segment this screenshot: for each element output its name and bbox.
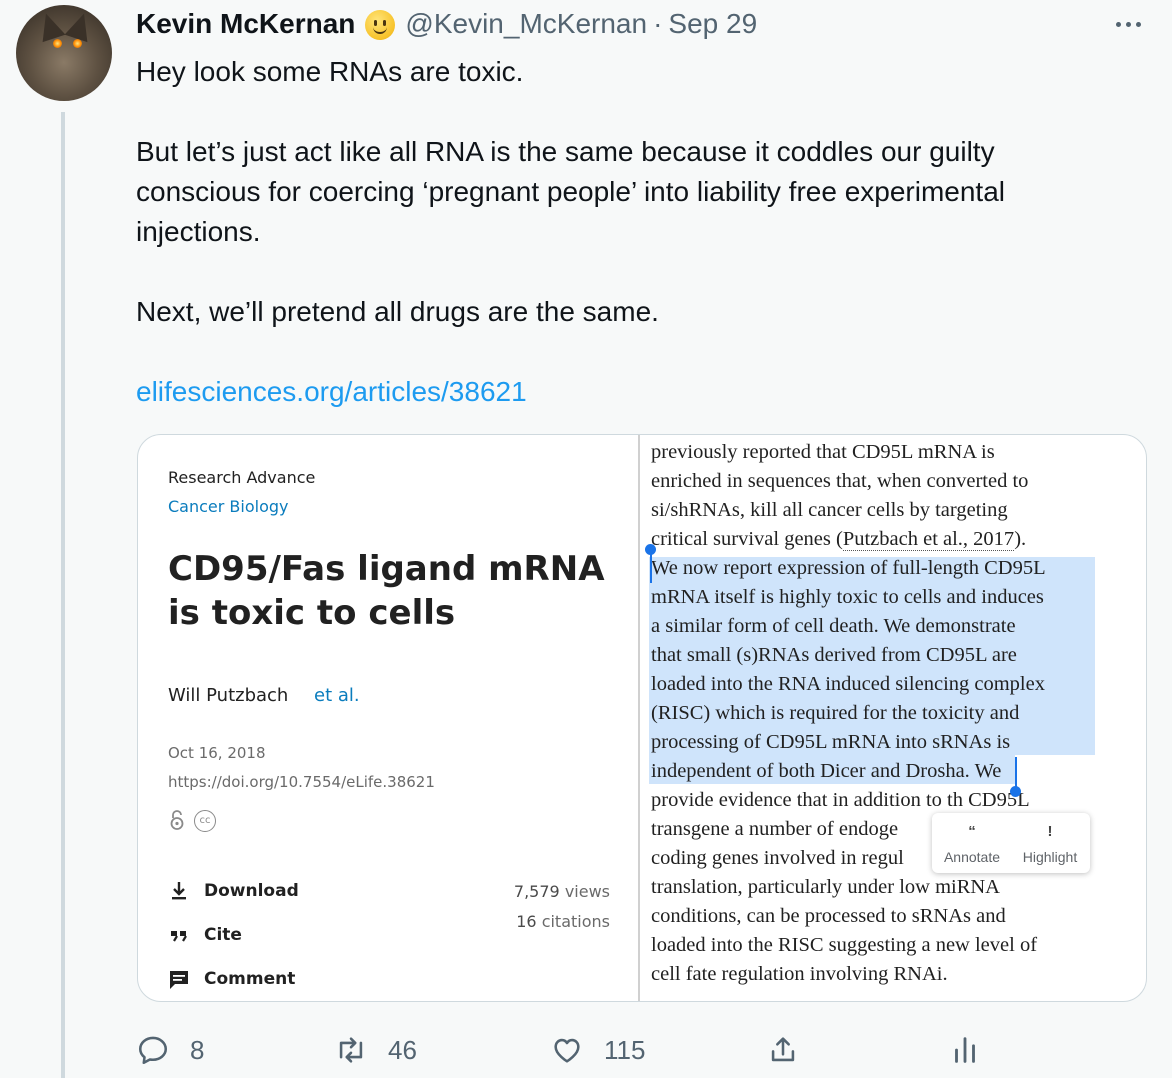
- more-options-icon[interactable]: [1112, 14, 1144, 34]
- citations-label: citations: [541, 912, 610, 931]
- comment-label: Comment: [204, 969, 296, 989]
- share-button[interactable]: [766, 1028, 800, 1072]
- retweet-icon: [339, 1037, 363, 1063]
- creative-commons-icon: cc: [194, 810, 216, 832]
- share-icon: [771, 1037, 795, 1062]
- body-line: critical survival genes (Putzbach et al.…: [651, 525, 1026, 554]
- citations-count: 16 citations: [516, 912, 610, 931]
- article-title: CD95/Fas ligand mRNA is toxic to cells: [168, 549, 605, 633]
- citation-link[interactable]: Putzbach et al., 2017: [842, 528, 1015, 551]
- header-separator: ·: [653, 8, 663, 39]
- article-summary-panel: Research Advance Cancer Biology CD95/Fas…: [138, 435, 638, 1001]
- body-line: si/shRNAs, kill all cancer cells by targ…: [651, 499, 1008, 521]
- open-access-icon: [170, 810, 184, 830]
- highlight-icon: !: [1047, 823, 1053, 840]
- article-type: Research Advance: [168, 468, 316, 487]
- body-text: We: [974, 760, 1002, 782]
- display-name[interactable]: Kevin McKernan: [136, 8, 355, 40]
- body-line: cell fate regulation involving RNAi.: [651, 963, 948, 985]
- views-count: 7,579 views: [514, 882, 610, 901]
- analytics-button[interactable]: [948, 1028, 982, 1072]
- tweet-paragraph: Next, we’ll pretend all drugs are the sa…: [136, 296, 659, 327]
- body-line: previously reported that CD95L mRNA is: [651, 441, 995, 463]
- avatar-eye-right: [73, 39, 82, 48]
- reply-icon: [138, 1036, 168, 1065]
- cite-button[interactable]: Cite: [168, 924, 242, 946]
- analytics-icon: [955, 1037, 975, 1063]
- doi-link[interactable]: https://doi.org/10.7554/eLife.38621: [168, 773, 435, 791]
- quote-icon: [171, 931, 187, 942]
- citations-value: 16: [516, 912, 537, 931]
- selection-start-bar: [650, 553, 652, 583]
- body-line[interactable]: (RISC) which is required for the toxicit…: [651, 699, 1019, 728]
- tweet-actions-bar: 8 46 115: [136, 1028, 1036, 1072]
- article-text-panel: previously reported that CD95L mRNA is e…: [640, 435, 1146, 1001]
- cite-label: Cite: [204, 925, 242, 945]
- reply-count: 8: [190, 1034, 205, 1065]
- tweet-text: Hey look some RNAs are toxic. But let’s …: [136, 52, 1126, 412]
- body-line[interactable]: independent of both Dicer and Drosha. We: [651, 757, 1001, 786]
- annotate-button[interactable]: “ Annotate: [934, 821, 1010, 872]
- article-link[interactable]: elifesciences.org/articles/38621: [136, 376, 527, 407]
- avatar[interactable]: [16, 5, 112, 101]
- like-button[interactable]: 115: [550, 1028, 645, 1072]
- smiling-face-emoji-icon: [365, 10, 396, 40]
- media-card[interactable]: Research Advance Cancer Biology CD95/Fas…: [137, 434, 1147, 1002]
- subject-link[interactable]: Cancer Biology: [168, 497, 289, 516]
- tweet-paragraph: But let’s just act like all RNA is the s…: [136, 136, 1005, 247]
- selection-end-handle[interactable]: [1010, 786, 1021, 797]
- highlight-label: Highlight: [1022, 849, 1078, 865]
- reply-button[interactable]: 8: [136, 1028, 204, 1072]
- selection-popup: “ Annotate ! Highlight: [932, 813, 1090, 873]
- citation-tail: ).: [1014, 528, 1027, 550]
- retweet-count: 46: [388, 1034, 417, 1065]
- tweet-date[interactable]: Sep 29: [668, 8, 757, 40]
- tweet-header: Kevin McKernan @Kevin_McKernan · Sep 29: [136, 6, 757, 42]
- body-line: enriched in sequences that, when convert…: [651, 470, 1029, 492]
- avatar-ear-right: [64, 9, 96, 43]
- download-label: Download: [204, 881, 299, 901]
- download-button[interactable]: Download: [168, 880, 299, 902]
- body-line: translation, particularly under low miRN…: [651, 876, 1000, 898]
- annotate-icon: “: [968, 823, 976, 840]
- heart-icon: [554, 1038, 580, 1063]
- body-line[interactable]: that small (s)RNAs derived from CD95L ar…: [651, 641, 1017, 670]
- user-handle[interactable]: @Kevin_McKernan: [405, 8, 647, 40]
- tweet-paragraph: Hey look some RNAs are toxic.: [136, 56, 524, 87]
- retweet-button[interactable]: 46: [334, 1028, 417, 1072]
- body-line: coding genes involved in regul: [651, 847, 904, 869]
- body-text: critical survival genes (: [651, 528, 843, 550]
- highlight-button[interactable]: ! Highlight: [1012, 821, 1088, 872]
- body-line[interactable]: We now report expression of full-length …: [651, 554, 1046, 583]
- body-line[interactable]: processing of CD95L mRNA into sRNAs is: [651, 728, 1010, 757]
- download-icon: [172, 882, 186, 900]
- thread-line: [61, 112, 65, 1078]
- selection-end-bar: [1015, 757, 1017, 787]
- avatar-ear-left: [34, 9, 66, 43]
- comment-icon: [170, 971, 188, 989]
- body-line: loaded into the RISC suggesting a new le…: [651, 934, 1038, 956]
- et-al-link[interactable]: et al.: [314, 685, 360, 706]
- body-line: provide evidence that in addition to th …: [651, 786, 1030, 815]
- like-count: 115: [604, 1034, 646, 1065]
- body-text: independent of both Dicer and Drosha.: [651, 760, 970, 782]
- comment-button[interactable]: Comment: [168, 968, 295, 990]
- body-line: conditions, can be processed to sRNAs an…: [651, 905, 1006, 927]
- body-line: transgene a number of endoge: [651, 818, 899, 840]
- body-line[interactable]: mRNA itself is highly toxic to cells and…: [651, 583, 1044, 612]
- body-line[interactable]: a similar form of cell death. We demonst…: [651, 612, 1016, 641]
- annotate-label: Annotate: [943, 849, 1001, 865]
- body-line[interactable]: loaded into the RNA induced silencing co…: [651, 670, 1045, 699]
- body-text: provide evidence that in addition to th: [651, 789, 963, 811]
- author-name[interactable]: Will Putzbach: [168, 685, 288, 706]
- publication-date: Oct 16, 2018: [168, 744, 266, 762]
- avatar-eye-left: [53, 39, 62, 48]
- views-label: views: [564, 882, 610, 901]
- views-value: 7,579: [513, 882, 560, 901]
